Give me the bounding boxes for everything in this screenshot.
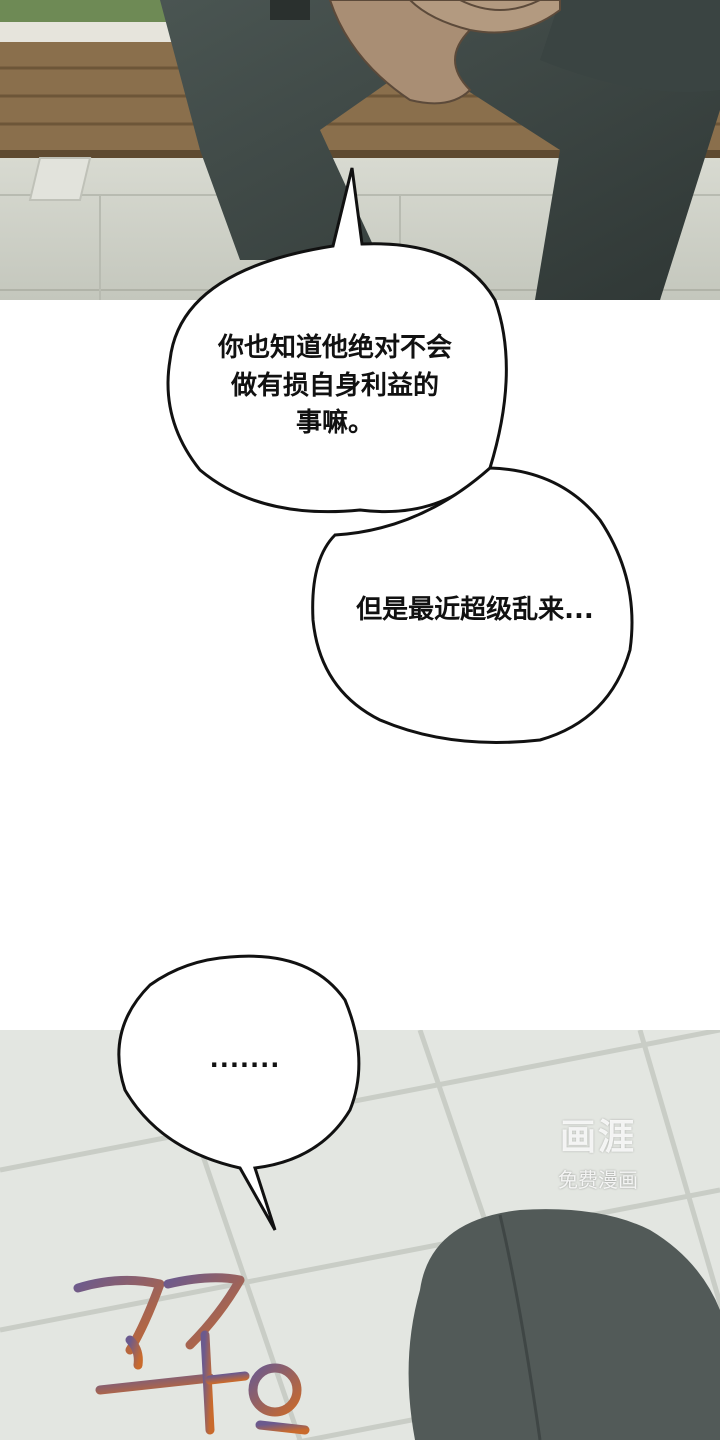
speech-bubble-3 [117, 954, 361, 1231]
bubble-layer [117, 167, 634, 1231]
watermark: 画涯 免费漫画 [538, 1108, 658, 1193]
watermark-subtitle: 免费漫画 [558, 1168, 638, 1192]
bubble-2-text: 但是最近超级乱来... [356, 595, 594, 625]
sfx-text: 꽈악 [70, 1262, 291, 1436]
watermark-logo: 画涯 [559, 1117, 636, 1158]
bubble-1-text: 你也知道他绝对不会 做有损自身利益的 事嘛。 [217, 333, 452, 439]
bubble-3-text: ....... [209, 1045, 281, 1073]
